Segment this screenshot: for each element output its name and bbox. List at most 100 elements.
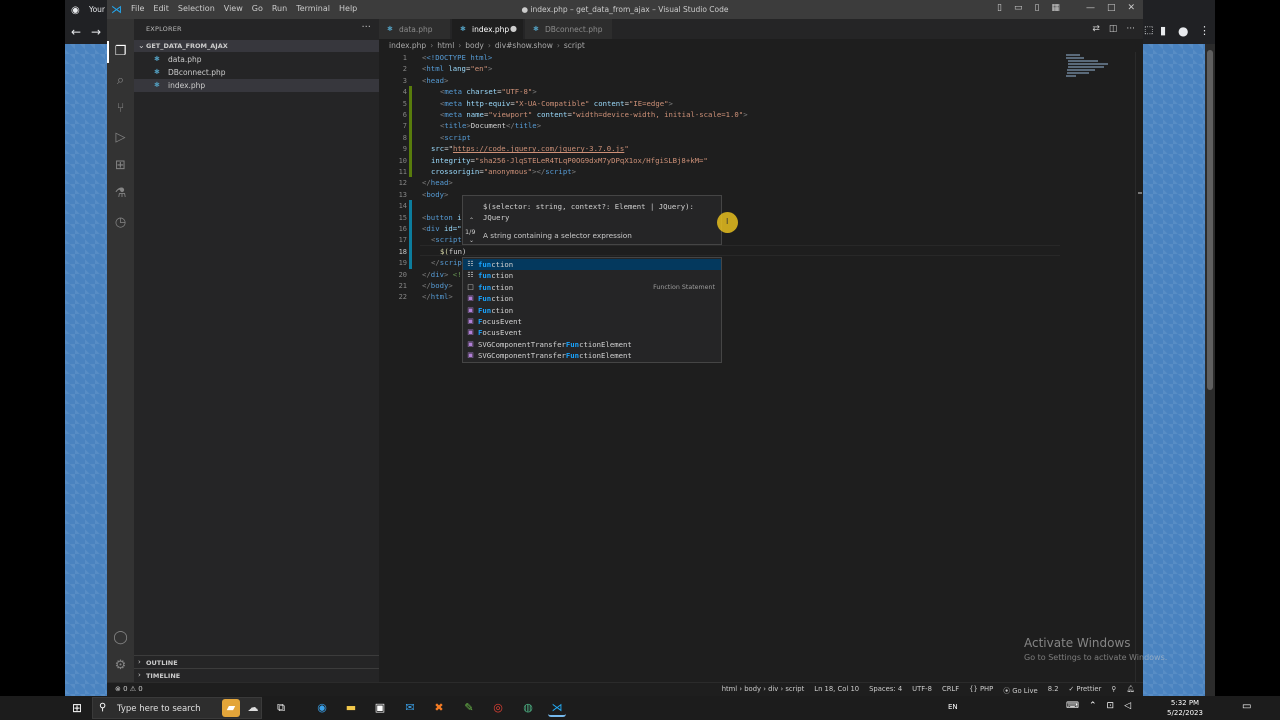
- tab-data-php[interactable]: ✱ data.php: [379, 19, 451, 39]
- code-line: <title>Document</title>: [440, 121, 542, 131]
- language-mode[interactable]: {} PHP: [969, 685, 993, 695]
- php-version[interactable]: 8.2: [1048, 685, 1059, 695]
- token: $(: [440, 246, 449, 256]
- suggestion-item[interactable]: ▣ Function: [463, 305, 721, 316]
- windows-start-icon[interactable]: ⊞: [72, 701, 82, 715]
- suggestion-item[interactable]: ☷ function: [463, 270, 721, 281]
- notifications-bell-icon[interactable]: 🔔︎: [1126, 685, 1135, 695]
- hover-signature: $(selector: string, context?: Element | …: [483, 202, 694, 222]
- token: "en": [470, 64, 488, 74]
- breadcrumb-item[interactable]: body: [465, 41, 484, 50]
- suggestion-item[interactable]: □ function Function Statement: [463, 282, 721, 293]
- compare-icon[interactable]: ⇄: [1092, 24, 1100, 34]
- token: integrity: [431, 155, 471, 165]
- hover-doc: A string containing a selector expressio…: [483, 231, 632, 240]
- file-explorer-icon[interactable]: ▬: [342, 699, 360, 717]
- breadcrumb-item[interactable]: html: [437, 41, 454, 50]
- tab-dbconnect-php[interactable]: ✱ DBconnect.php: [525, 19, 613, 39]
- chevron-down-icon[interactable]: ⌄: [469, 237, 474, 244]
- task-view-icon[interactable]: ⧉: [272, 699, 290, 717]
- prettier-status[interactable]: ✓ Prettier: [1069, 685, 1102, 695]
- minimap[interactable]: [1066, 52, 1136, 92]
- green-app-icon[interactable]: ◍: [519, 699, 537, 717]
- tab-index-php[interactable]: ✱ index.php ●: [452, 19, 524, 39]
- suggestion-item[interactable]: ▣ FocusEvent: [463, 316, 721, 327]
- cursor-position[interactable]: Ln 18, Col 10: [814, 685, 859, 695]
- line-endings[interactable]: CRLF: [942, 685, 959, 695]
- more-icon[interactable]: ···: [1126, 24, 1135, 34]
- volume-icon[interactable]: ◁: [1124, 701, 1131, 711]
- encoding[interactable]: UTF-8: [912, 685, 932, 695]
- code-line-current: $(fun): [440, 246, 466, 257]
- token: button: [426, 212, 453, 222]
- browser-extension-icon[interactable]: ⬚: [1144, 25, 1153, 36]
- code-line: </body>: [422, 281, 453, 290]
- label-prefix: SVGComponentTransfer: [478, 351, 566, 361]
- code-line: <button i: [422, 212, 462, 222]
- unsaved-dot[interactable]: ●: [510, 24, 517, 33]
- line-number: 21: [398, 282, 407, 290]
- problems-indicator[interactable]: ⊗ 0 ⚠ 0: [115, 685, 143, 693]
- mail-icon[interactable]: ✉: [401, 699, 419, 717]
- activate-windows-watermark: Activate Windows Go to Settings to activ…: [1024, 636, 1167, 662]
- diff-marker: [409, 200, 412, 212]
- suggestion-item[interactable]: ▣ Function: [463, 293, 721, 304]
- xampp-icon[interactable]: ✖: [430, 699, 448, 717]
- browser-scrollbar[interactable]: [1205, 44, 1215, 696]
- vscode-taskbar-icon[interactable]: ⋊: [548, 699, 566, 717]
- forward-icon[interactable]: →: [91, 25, 101, 39]
- keyboard-icon[interactable]: ⌨: [1066, 701, 1079, 711]
- cloud-app-icon[interactable]: ☁: [244, 699, 262, 717]
- token: meta: [444, 98, 462, 108]
- code-line: integrity="sha256-JlqSTELeR4TLqP0OG9dxM7…: [431, 155, 708, 165]
- chrome-icon[interactable]: ◎: [489, 699, 507, 717]
- suggestion-item[interactable]: ▣ SVGComponentTransferFunctionElement: [463, 339, 721, 350]
- breadcrumb-item[interactable]: div#show.show: [495, 41, 553, 50]
- status-breadcrumb[interactable]: html › body › div › script: [722, 685, 805, 695]
- suggestion-item[interactable]: ▣ SVGComponentTransferFunctionElement: [463, 350, 721, 361]
- go-live-button[interactable]: ⦿ Go Live: [1003, 685, 1037, 695]
- token: html: [426, 64, 444, 74]
- action-center-icon[interactable]: ▭: [1242, 701, 1251, 712]
- code-line: <script: [440, 132, 471, 142]
- suggestion-widget: ☷ function ☷ function □ function Function Stat…: [462, 257, 722, 363]
- diff-marker: [409, 269, 412, 280]
- split-editor-icon[interactable]: ◫: [1109, 24, 1118, 34]
- code-line: </scrip: [431, 258, 462, 268]
- token: content: [589, 98, 625, 108]
- line-number: 15: [398, 213, 407, 222]
- indentation[interactable]: Spaces: 4: [869, 685, 902, 695]
- store-icon[interactable]: ▣: [371, 699, 389, 717]
- chevron-up-icon[interactable]: ⌃: [469, 217, 474, 224]
- taskbar-clock[interactable]: 5:32 PM 5/22/2023: [1155, 698, 1215, 718]
- editor-scrollbar[interactable]: [1135, 52, 1143, 682]
- suggestion-item[interactable]: ☷ function: [463, 259, 721, 271]
- editor-actions: ⇄ ◫ ···: [1092, 24, 1135, 34]
- suggestion-detail: Function Statement: [653, 283, 715, 291]
- line-number: 2: [402, 65, 407, 74]
- breadcrumb-item[interactable]: index.php: [389, 41, 426, 50]
- browser-menu-icon[interactable]: ⋮: [1199, 24, 1210, 37]
- windows-taskbar: ⊞ ⚲ Type here to search ▰ ☁ ⧉ ◉ ▬ ▣ ✉ ✖ …: [0, 696, 1280, 720]
- code-line: <<!DOCTYPE html>: [422, 53, 493, 62]
- back-icon[interactable]: ←: [71, 25, 81, 39]
- notepad-plus-icon[interactable]: ✎: [460, 699, 478, 717]
- browser-scroll-thumb[interactable]: [1207, 50, 1213, 390]
- file-folder-app-icon[interactable]: ▰: [222, 699, 240, 717]
- browser-tab-title[interactable]: Your: [89, 5, 105, 14]
- suggestion-item[interactable]: ▣ FocusEvent: [463, 327, 721, 338]
- doctype: <!DOCTYPE html>: [426, 53, 493, 62]
- browser-profile-icon[interactable]: ●: [1178, 24, 1188, 38]
- token[interactable]: https://code.jquery.com/jquery-3.7.0.js: [453, 144, 624, 153]
- match-highlight: fun: [478, 271, 492, 281]
- browser-sidebar-icon[interactable]: ▮: [1160, 24, 1166, 37]
- snippet-icon: ☷: [467, 260, 474, 268]
- network-icon[interactable]: ⊡: [1107, 701, 1115, 711]
- diff-marker: [409, 166, 412, 178]
- show-hidden-icon[interactable]: ⌃: [1089, 701, 1097, 711]
- input-language[interactable]: EN: [948, 703, 958, 711]
- edge-browser-icon[interactable]: ◉: [313, 699, 331, 717]
- feedback-icon[interactable]: ⚲: [1111, 685, 1116, 695]
- code-line: <meta charset="UTF-8">: [440, 87, 537, 97]
- breadcrumb-item[interactable]: script: [564, 41, 585, 50]
